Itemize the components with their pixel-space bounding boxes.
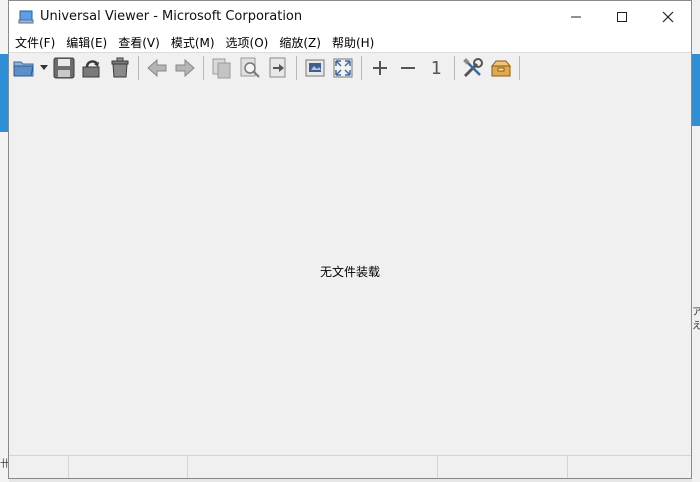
toolbar-separator	[296, 56, 297, 80]
minimize-icon	[571, 16, 581, 17]
viewer-area[interactable]: 无文件装载	[9, 84, 691, 456]
zoom-out-button[interactable]	[395, 55, 421, 81]
export-icon	[269, 57, 286, 78]
find-icon	[240, 57, 260, 78]
settings-button[interactable]	[460, 55, 486, 81]
desktop-right-highlight	[692, 54, 700, 126]
toolbar-separator	[138, 56, 139, 80]
maximize-button[interactable]	[599, 1, 645, 32]
menu-help[interactable]: 帮助(H)	[332, 34, 380, 51]
back-icon	[147, 58, 167, 78]
actual-size-icon: 1	[430, 57, 442, 79]
status-cell	[568, 456, 691, 478]
close-button[interactable]	[645, 1, 691, 32]
find-button[interactable]	[237, 55, 263, 81]
back-button[interactable]	[144, 55, 170, 81]
toolbar: 1	[9, 53, 691, 83]
plugins-icon	[490, 60, 512, 77]
zoom-in-button[interactable]	[367, 55, 393, 81]
window-title: Universal Viewer - Microsoft Corporation	[40, 9, 303, 24]
status-cell	[438, 456, 568, 478]
app-window: Universal Viewer - Microsoft Corporation…	[8, 0, 692, 479]
export-button[interactable]	[265, 55, 291, 81]
reload-icon	[82, 60, 100, 78]
fullscreen-icon	[333, 58, 353, 78]
save-icon	[53, 57, 75, 79]
status-cell	[69, 456, 188, 478]
fit-window-icon	[305, 59, 325, 77]
forward-icon	[175, 58, 195, 78]
status-cell	[9, 456, 69, 478]
menu-options[interactable]: 选项(O)	[226, 34, 275, 51]
status-bar	[9, 455, 691, 478]
save-button[interactable]	[51, 55, 77, 81]
actual-size-button[interactable]: 1	[423, 55, 449, 81]
forward-button[interactable]	[172, 55, 198, 81]
menu-view[interactable]: 查看(V)	[118, 34, 166, 51]
fit-window-button[interactable]	[302, 55, 328, 81]
maximize-icon	[617, 11, 627, 22]
delete-button[interactable]	[107, 55, 133, 81]
menu-edit[interactable]: 编辑(E)	[66, 34, 113, 51]
toolbar-separator	[361, 56, 362, 80]
settings-icon	[463, 58, 483, 78]
no-file-message: 无文件装载	[319, 265, 380, 279]
fullscreen-button[interactable]	[330, 55, 356, 81]
menu-zoom[interactable]: 缩放(Z)	[279, 34, 327, 51]
toolbar-separator	[203, 56, 204, 80]
reload-button[interactable]	[79, 55, 105, 81]
zoom-out-icon	[401, 67, 415, 69]
copy-icon	[212, 58, 231, 79]
toolbar-separator	[454, 56, 455, 80]
menu-file[interactable]: 文件(F)	[15, 34, 61, 51]
close-icon	[662, 11, 674, 22]
copy-button[interactable]	[209, 55, 235, 81]
title-bar[interactable]: Universal Viewer - Microsoft Corporation	[9, 1, 691, 32]
open-folder-icon	[13, 61, 34, 77]
toolbar-separator	[519, 56, 520, 80]
minimize-button[interactable]	[553, 1, 599, 32]
app-icon	[18, 10, 34, 23]
open-dropdown[interactable]	[39, 55, 49, 81]
zoom-in-icon	[373, 61, 387, 75]
menu-bar: 文件(F) 编辑(E) 查看(V) 模式(M) 选项(O) 缩放(Z) 帮助(H…	[9, 32, 691, 53]
desktop-right-text: ア え	[692, 307, 700, 332]
plugins-button[interactable]	[488, 55, 514, 81]
dropdown-arrow-icon	[40, 65, 48, 70]
menu-mode[interactable]: 模式(M)	[171, 34, 221, 51]
delete-icon	[111, 57, 129, 78]
open-button[interactable]	[11, 55, 37, 81]
status-cell	[188, 456, 438, 478]
